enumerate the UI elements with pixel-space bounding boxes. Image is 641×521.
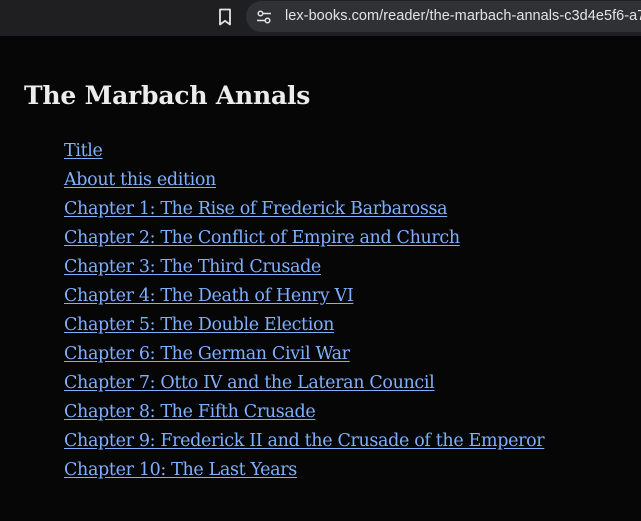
toc-item: Chapter 4: The Death of Henry VI bbox=[64, 282, 544, 311]
toc-item: Chapter 9: Frederick II and the Crusade … bbox=[64, 427, 545, 456]
book-title: The Marbach Annals bbox=[24, 81, 311, 110]
toc-link-about[interactable]: About this edition bbox=[64, 170, 216, 190]
browser-toolbar: lex-books.com/reader/the-marbach-annals-… bbox=[0, 0, 641, 36]
toc-item: Chapter 2: The Conflict of Empire and Ch… bbox=[64, 224, 544, 253]
toc-item: Chapter 10: The Last Years bbox=[64, 456, 544, 485]
bookmark-button[interactable] bbox=[211, 3, 239, 31]
site-info-button[interactable] bbox=[252, 5, 276, 29]
table-of-contents: Title About this edition Chapter 1: The … bbox=[64, 137, 545, 485]
toc-link-chapter-1[interactable]: Chapter 1: The Rise of Frederick Barbaro… bbox=[64, 199, 448, 219]
toc-item: Chapter 8: The Fifth Crusade bbox=[64, 398, 544, 427]
toc-link-chapter-5[interactable]: Chapter 5: The Double Election bbox=[64, 315, 334, 335]
toc-link-chapter-8[interactable]: Chapter 8: The Fifth Crusade bbox=[64, 402, 316, 422]
tune-icon bbox=[257, 10, 271, 24]
toc-item: Chapter 1: The Rise of Frederick Barbaro… bbox=[64, 195, 544, 224]
url-text[interactable]: lex-books.com/reader/the-marbach-annals-… bbox=[285, 8, 641, 24]
toc-item: Chapter 7: Otto IV and the Lateran Counc… bbox=[64, 369, 544, 398]
toc-link-chapter-3[interactable]: Chapter 3: The Third Crusade bbox=[64, 257, 321, 277]
toc-item: Chapter 5: The Double Election bbox=[64, 311, 544, 340]
toc-link-chapter-10[interactable]: Chapter 10: The Last Years bbox=[64, 460, 297, 480]
toc-link-chapter-4[interactable]: Chapter 4: The Death of Henry VI bbox=[64, 286, 354, 306]
toc-link-chapter-2[interactable]: Chapter 2: The Conflict of Empire and Ch… bbox=[64, 228, 460, 248]
toc-link-chapter-7[interactable]: Chapter 7: Otto IV and the Lateran Counc… bbox=[64, 373, 435, 393]
toc-item: Chapter 6: The German Civil War bbox=[64, 340, 544, 369]
toc-item: About this edition bbox=[64, 166, 544, 195]
toc-item: Title bbox=[64, 137, 544, 166]
toc-link-chapter-6[interactable]: Chapter 6: The German Civil War bbox=[64, 344, 350, 364]
bookmark-icon bbox=[219, 8, 231, 26]
address-bar[interactable]: lex-books.com/reader/the-marbach-annals-… bbox=[246, 1, 641, 32]
reader-page: The Marbach Annals Title About this edit… bbox=[0, 36, 641, 521]
toc-link-chapter-9[interactable]: Chapter 9: Frederick II and the Crusade … bbox=[64, 431, 545, 451]
toc-item: Chapter 3: The Third Crusade bbox=[64, 253, 544, 282]
toc-link-title[interactable]: Title bbox=[64, 141, 103, 161]
